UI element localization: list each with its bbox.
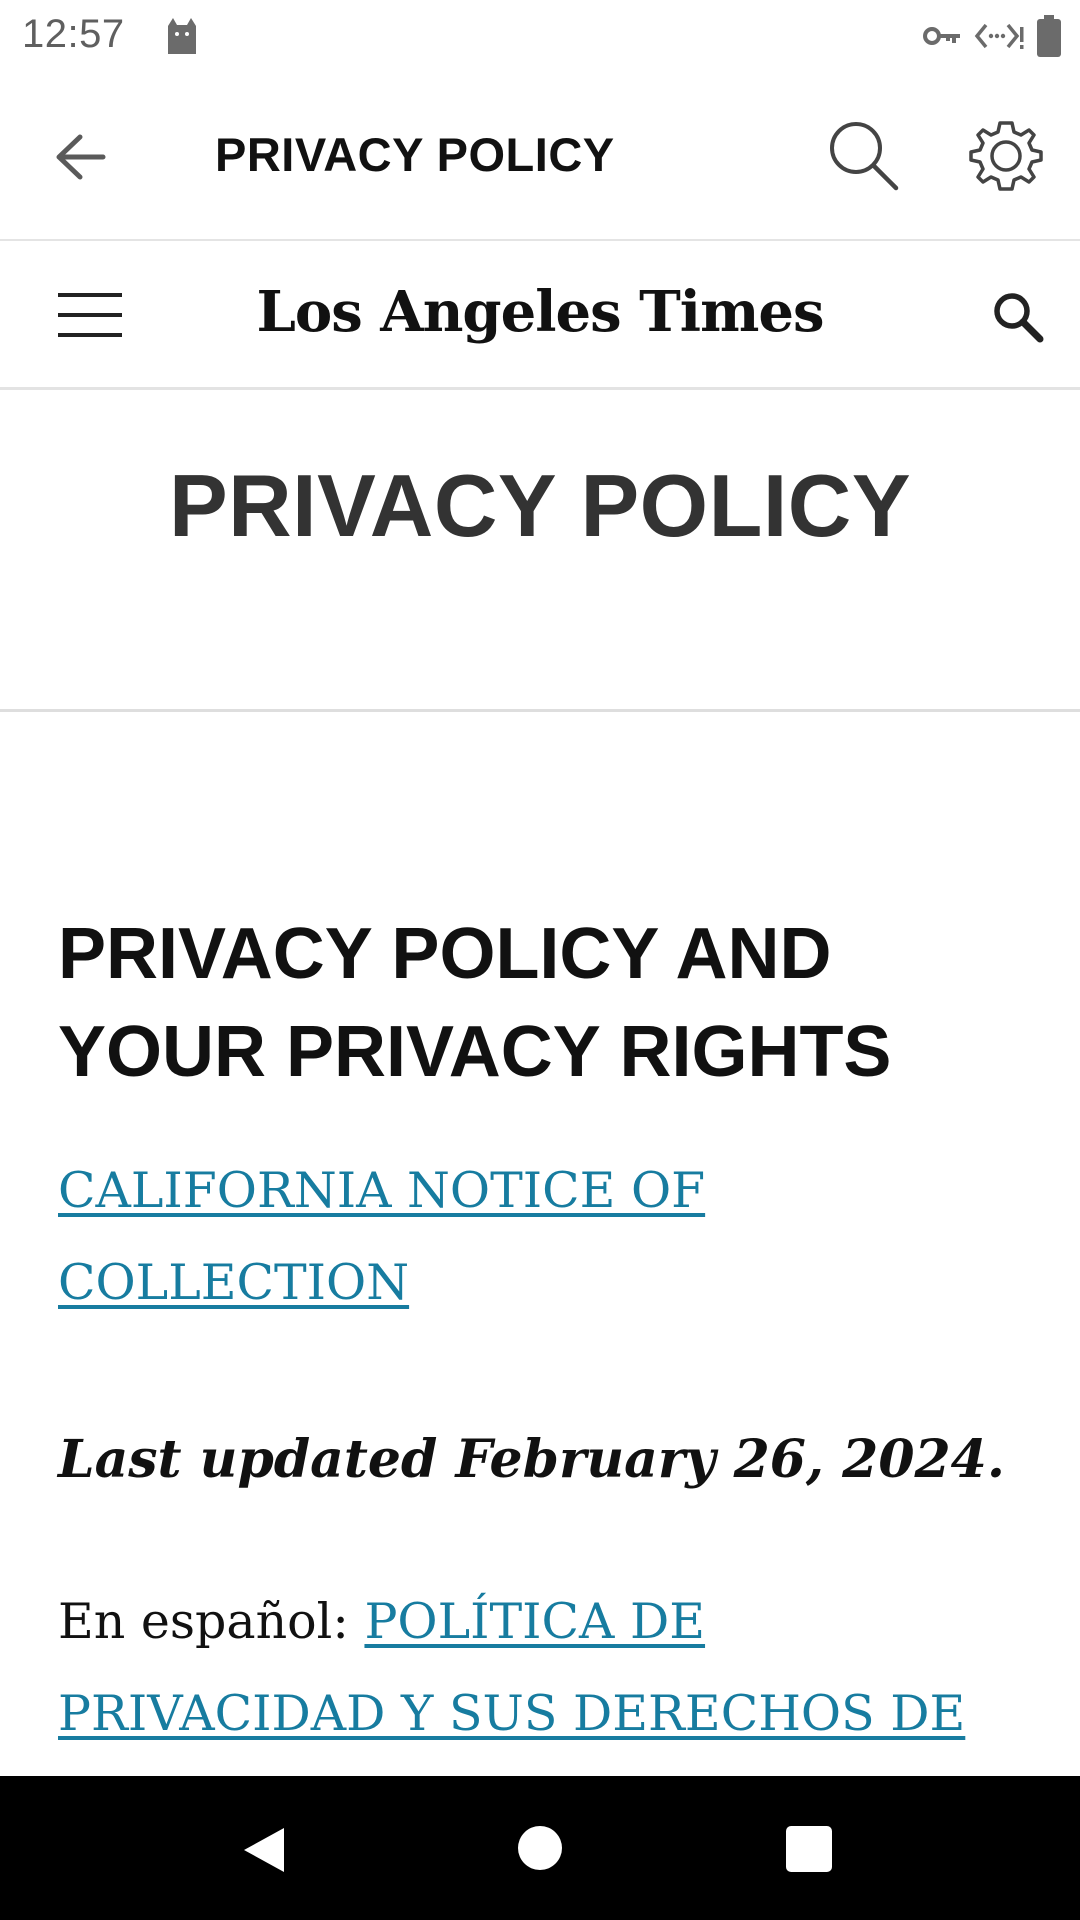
cat-notification-icon bbox=[168, 18, 196, 54]
article-body: PRIVACY POLICY AND YOUR PRIVACY RIGHTS C… bbox=[58, 905, 1038, 1760]
app-toolbar: PRIVACY POLICY bbox=[0, 75, 1080, 241]
article-heading: PRIVACY POLICY AND YOUR PRIVACY RIGHTS bbox=[58, 905, 1038, 1101]
toolbar-title: PRIVACY POLICY bbox=[215, 128, 615, 181]
navigation-bar bbox=[0, 1776, 1080, 1920]
california-notice-link[interactable]: CALIFORNIA NOTICE OF COLLECTION bbox=[58, 1145, 1038, 1329]
search-icon[interactable] bbox=[826, 118, 902, 194]
site-logo[interactable]: Los Angeles Times bbox=[0, 279, 1080, 345]
data-saver-icon bbox=[974, 23, 1024, 49]
nav-recents-icon[interactable] bbox=[786, 1826, 832, 1872]
notice-link-line: COLLECTION bbox=[58, 1254, 410, 1311]
article-heading-line: PRIVACY POLICY AND bbox=[58, 914, 832, 994]
spanish-version-paragraph: En español: POLÍTICA DE PRIVACIDAD Y SUS… bbox=[58, 1576, 1038, 1760]
search-icon[interactable] bbox=[990, 289, 1046, 345]
status-time: 12:57 bbox=[22, 12, 125, 56]
divider bbox=[0, 709, 1080, 712]
gear-icon[interactable] bbox=[968, 118, 1044, 194]
status-bar: 12:57 bbox=[0, 0, 1080, 75]
screen: 12:57 PRIVACY POLICY Los Angeles Times P… bbox=[0, 0, 1080, 1920]
status-icons bbox=[922, 14, 1062, 58]
vpn-key-icon bbox=[923, 27, 960, 45]
back-arrow-icon bbox=[56, 134, 106, 180]
nav-home-icon[interactable] bbox=[518, 1826, 562, 1870]
spanish-prefix: En español: bbox=[58, 1593, 365, 1650]
battery-icon bbox=[1037, 15, 1061, 57]
site-header: Los Angeles Times bbox=[0, 241, 1080, 390]
page-title: PRIVACY POLICY bbox=[168, 456, 912, 555]
nav-back-icon[interactable] bbox=[238, 1824, 290, 1876]
article-heading-line: YOUR PRIVACY RIGHTS bbox=[58, 1012, 892, 1092]
last-updated-text: Last updated February 26, 2024. bbox=[58, 1429, 1005, 1490]
back-button[interactable] bbox=[48, 125, 112, 189]
notice-link-line: CALIFORNIA NOTICE OF bbox=[58, 1162, 706, 1219]
